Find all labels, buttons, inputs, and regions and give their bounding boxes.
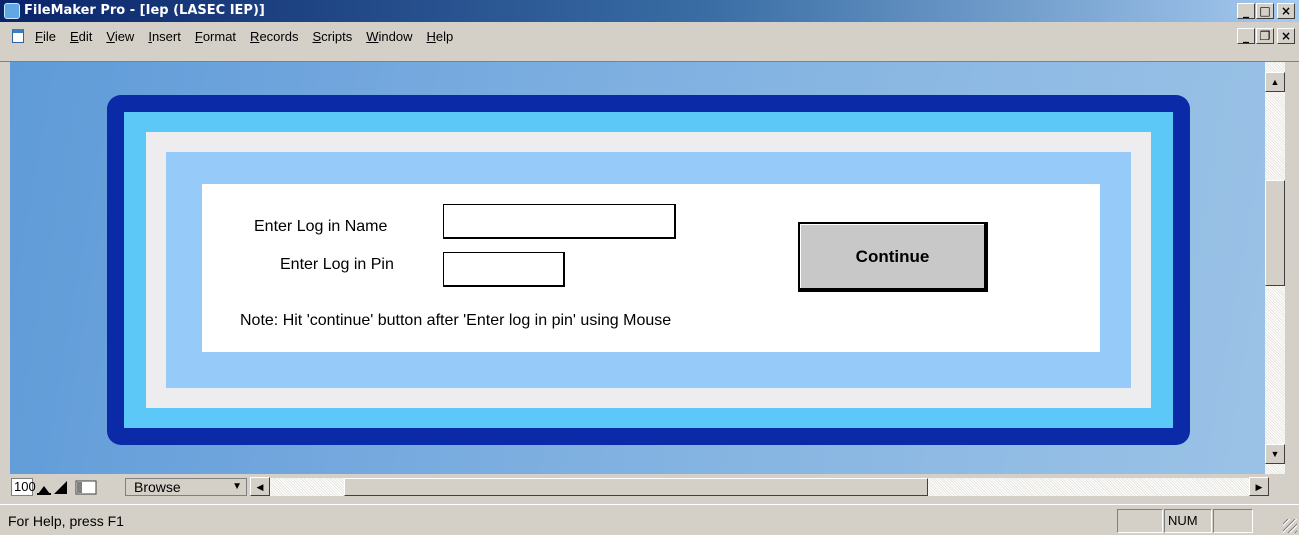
title-bar: FileMaker Pro - [Iep (LASEC IEP)] _ □ ×: [0, 0, 1299, 22]
chevron-down-icon: ▼: [232, 481, 242, 492]
menu-format[interactable]: Format: [195, 29, 236, 44]
login-pin-field[interactable]: [443, 252, 565, 287]
vertical-scroll-thumb[interactable]: [1265, 180, 1285, 286]
scroll-left-icon[interactable]: ◀: [250, 477, 270, 496]
document-icon[interactable]: [12, 29, 24, 43]
mode-selector[interactable]: Browse ▼: [125, 478, 247, 496]
zoom-percentage[interactable]: 100: [11, 478, 36, 496]
menu-file[interactable]: File: [35, 29, 56, 44]
mode-value: Browse: [134, 479, 181, 495]
status-area-toggle-icon[interactable]: [74, 478, 100, 496]
layout-canvas: Enter Log in Name Enter Log in Pin Note:…: [10, 62, 1265, 474]
login-frame: Enter Log in Name Enter Log in Pin Note:…: [107, 95, 1190, 445]
status-bar: For Help, press F1 NUM: [0, 504, 1299, 535]
menu-records[interactable]: Records: [250, 29, 298, 44]
status-panel-empty-2: [1213, 509, 1253, 533]
bottom-toolbar: 100 Browse ▼ ◀ ▶: [0, 474, 1299, 498]
login-name-field[interactable]: [443, 204, 676, 239]
zoom-out-icon[interactable]: [36, 478, 52, 496]
note-text: Note: Hit 'continue' button after 'Enter…: [240, 312, 672, 329]
filemaker-app-icon: [4, 3, 20, 19]
name-label: Enter Log in Name: [254, 218, 388, 235]
close-button[interactable]: ×: [1277, 3, 1295, 19]
zoom-in-icon[interactable]: [53, 478, 69, 496]
minimize-button[interactable]: _: [1237, 3, 1255, 19]
menu-list: File Edit View Insert Format Records Scr…: [28, 22, 460, 50]
menu-view[interactable]: View: [106, 29, 134, 44]
horizontal-scrollbar[interactable]: ◀ ▶: [250, 477, 1269, 496]
num-lock-indicator: NUM: [1164, 509, 1212, 533]
menu-help[interactable]: Help: [426, 29, 453, 44]
continue-button[interactable]: Continue: [798, 222, 988, 292]
window-title: FileMaker Pro - [Iep (LASEC IEP)]: [24, 3, 265, 18]
pin-label: Enter Log in Pin: [280, 256, 394, 273]
login-panel: Enter Log in Name Enter Log in Pin Note:…: [202, 184, 1100, 352]
scroll-up-icon[interactable]: ▲: [1265, 72, 1285, 92]
maximize-button[interactable]: □: [1256, 3, 1274, 19]
menu-window[interactable]: Window: [366, 29, 412, 44]
menu-scripts[interactable]: Scripts: [312, 29, 352, 44]
doc-minimize-button[interactable]: _: [1237, 28, 1255, 44]
menu-edit[interactable]: Edit: [70, 29, 92, 44]
doc-close-button[interactable]: ×: [1277, 28, 1295, 44]
scroll-right-icon[interactable]: ▶: [1249, 477, 1269, 496]
menu-insert[interactable]: Insert: [148, 29, 181, 44]
resize-grip-icon[interactable]: [1283, 519, 1297, 533]
scroll-down-icon[interactable]: ▼: [1265, 444, 1285, 464]
vertical-scrollbar[interactable]: ▲ ▼: [1265, 62, 1285, 474]
menu-bar: File Edit View Insert Format Records Scr…: [0, 22, 1299, 62]
horizontal-scroll-thumb[interactable]: [344, 478, 928, 496]
doc-restore-button[interactable]: ❐: [1256, 28, 1274, 44]
help-hint: For Help, press F1: [8, 513, 124, 529]
continue-button-label: Continue: [800, 224, 984, 288]
status-panel-empty: [1117, 509, 1163, 533]
